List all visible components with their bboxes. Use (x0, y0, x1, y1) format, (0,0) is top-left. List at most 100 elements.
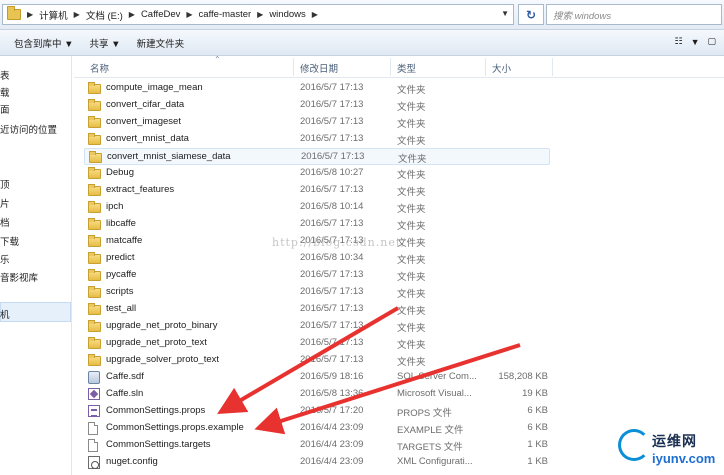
nav-item[interactable]: 档 (0, 215, 10, 229)
file-name: Caffe.sln (106, 388, 144, 399)
file-row[interactable]: Caffe.sdf 2016/5/9 18:16 SQL Server Com...… (84, 369, 550, 386)
folder-icon (88, 167, 101, 179)
file-type: 文件夹 (397, 170, 426, 181)
file-row[interactable]: pycaffe 2016/5/7 17:13 文件夹 (84, 267, 550, 284)
file-row[interactable]: test_all 2016/5/7 17:13 文件夹 (84, 301, 550, 318)
chevron-right-icon[interactable]: ▶ (27, 10, 33, 19)
breadcrumb-caffe-master[interactable]: caffe-master (199, 9, 252, 20)
file-icon-cell (88, 99, 102, 111)
document-icon (88, 422, 98, 435)
folder-icon (88, 269, 101, 281)
file-row[interactable]: compute_image_mean 2016/5/7 17:13 文件夹 (84, 80, 550, 97)
file-row[interactable]: convert_cifar_data 2016/5/7 17:13 文件夹 (84, 97, 550, 114)
view-dropdown-icon[interactable]: ▼ (691, 37, 700, 47)
file-row[interactable]: predict 2016/5/8 10:34 文件夹 (84, 250, 550, 267)
column-divider[interactable] (485, 58, 486, 76)
folder-icon (89, 151, 102, 163)
column-divider[interactable] (390, 58, 391, 76)
file-row[interactable]: scripts 2016/5/7 17:13 文件夹 (84, 284, 550, 301)
file-type: 文件夹 (397, 289, 426, 300)
file-row[interactable]: convert_mnist_data 2016/5/7 17:13 文件夹 (84, 131, 550, 148)
file-row[interactable]: Debug 2016/5/8 10:27 文件夹 (84, 165, 550, 182)
file-icon-cell (88, 337, 102, 349)
file-row[interactable]: CommonSettings.props 2016/5/7 17:20 PROPS … (84, 403, 550, 420)
chevron-right-icon[interactable]: ▶ (186, 10, 192, 19)
nav-item-media-library[interactable]: 音影视库 (0, 270, 38, 284)
breadcrumb-computer[interactable]: 计算机 (39, 8, 68, 22)
breadcrumb-drive[interactable]: 文档 (E:) (86, 8, 123, 22)
file-name: upgrade_solver_proto_text (106, 354, 220, 365)
file-name: predict (106, 252, 135, 263)
document-icon (88, 439, 98, 452)
file-type: 文件夹 (397, 102, 426, 113)
nav-item[interactable]: 表 (0, 68, 10, 82)
include-in-library-button[interactable]: 包含到库中 ▼ (14, 36, 74, 50)
file-icon-cell (88, 320, 102, 332)
file-row[interactable]: convert_imageset 2016/5/7 17:13 文件夹 (84, 114, 550, 131)
column-divider[interactable] (293, 58, 294, 76)
nav-item[interactable]: 片 (0, 196, 10, 210)
file-icon-cell (88, 354, 102, 366)
folder-icon (88, 133, 101, 145)
chevron-right-icon[interactable]: ▶ (257, 10, 263, 19)
file-row[interactable]: nuget.config 2016/4/4 23:09 XML Configurat… (84, 454, 550, 471)
file-row[interactable]: Caffe.sln 2016/5/8 13:36 Microsoft Visual.… (84, 386, 550, 403)
file-date: 2016/5/7 17:13 (300, 82, 364, 93)
file-icon-cell (88, 405, 102, 417)
nav-item-computer[interactable]: 机 (0, 307, 10, 321)
chevron-right-icon[interactable]: ▶ (74, 10, 80, 19)
folder-icon (88, 286, 101, 298)
file-row[interactable]: convert_mnist_siamese_data 2016/5/7 17:13… (84, 148, 550, 165)
preview-pane-icon[interactable]: ▢ (707, 36, 716, 47)
nav-item[interactable]: 乐 (0, 252, 10, 266)
file-name: scripts (106, 286, 134, 297)
file-date: 2016/5/7 17:13 (300, 269, 364, 280)
file-date: 2016/5/7 17:13 (301, 151, 365, 162)
file-row[interactable]: upgrade_net_proto_text 2016/5/7 17:13 文件夹 (84, 335, 550, 352)
file-type: 文件夹 (397, 187, 426, 198)
nav-item[interactable]: 载 (0, 85, 10, 99)
new-folder-button[interactable]: 新建文件夹 (137, 36, 185, 50)
folder-icon (88, 184, 101, 196)
file-name: CommonSettings.targets (106, 439, 211, 450)
file-row[interactable]: upgrade_net_proto_binary 2016/5/7 17:13 文件… (84, 318, 550, 335)
nav-item-recent-places[interactable]: 近访问的位置 (0, 122, 57, 136)
nav-item[interactable]: 顶 (0, 177, 10, 191)
file-row[interactable]: CommonSettings.targets 2016/4/4 23:09 TARG… (84, 437, 550, 454)
file-size: 6 KB (527, 405, 548, 416)
nav-item[interactable]: 面 (0, 102, 10, 116)
file-size: 1 KB (527, 456, 548, 467)
file-row[interactable]: ipch 2016/5/8 10:14 文件夹 (84, 199, 550, 216)
search-input[interactable]: 搜索 windows (546, 4, 722, 25)
file-name: convert_cifar_data (106, 99, 185, 110)
column-type[interactable]: 类型 (397, 61, 416, 75)
file-row[interactable]: upgrade_solver_proto_text 2016/5/7 17:13 文… (84, 352, 550, 369)
column-size[interactable]: 大小 (492, 61, 511, 75)
file-icon-cell (88, 184, 102, 196)
file-name: convert_imageset (106, 116, 181, 127)
file-name: Debug (106, 167, 134, 178)
column-divider[interactable] (552, 58, 553, 76)
address-box[interactable]: ▶ 计算机 ▶ 文档 (E:) ▶ CaffeDev ▶ caffe-maste… (2, 4, 514, 25)
file-name: CommonSettings.props (106, 405, 206, 416)
file-type: 文件夹 (397, 221, 426, 232)
breadcrumb-caffedev[interactable]: CaffeDev (141, 9, 180, 20)
file-date: 2016/5/7 17:13 (300, 286, 364, 297)
file-row[interactable]: CommonSettings.props.example 2016/4/4 23:… (84, 420, 550, 437)
nav-item-downloads[interactable]: 下载 (0, 234, 19, 248)
folder-icon (7, 6, 21, 20)
file-icon-cell (88, 371, 102, 384)
breadcrumb-windows[interactable]: windows (269, 9, 305, 20)
address-dropdown-icon[interactable]: ▼ (501, 9, 509, 18)
view-options-icon[interactable]: ☷ (674, 36, 682, 47)
nav-selection-highlight (0, 302, 71, 322)
column-date[interactable]: 修改日期 (300, 61, 338, 75)
share-button[interactable]: 共享 ▼ (90, 36, 121, 50)
file-row[interactable]: extract_features 2016/5/7 17:13 文件夹 (84, 182, 550, 199)
column-name[interactable]: 名称 (90, 61, 109, 75)
refresh-button[interactable]: ↻ (518, 4, 544, 25)
chevron-right-icon[interactable]: ▶ (312, 10, 318, 19)
file-row[interactable]: libcaffe 2016/5/7 17:13 文件夹 (84, 216, 550, 233)
chevron-right-icon[interactable]: ▶ (129, 10, 135, 19)
file-name: compute_image_mean (106, 82, 203, 93)
